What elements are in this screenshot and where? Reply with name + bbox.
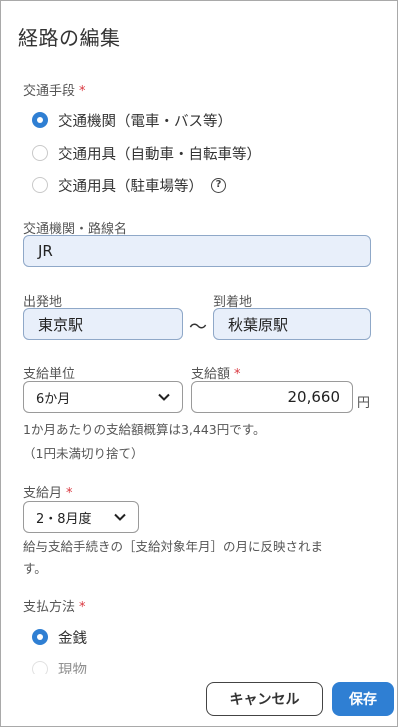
help-icon[interactable]: ? bbox=[211, 177, 226, 193]
amount-input[interactable]: 20,660 bbox=[191, 381, 353, 413]
unit-label: 支給単位 bbox=[23, 367, 76, 382]
radio-in-kind[interactable]: 現物 bbox=[32, 659, 87, 674]
dialog-body[interactable]: 経路の編集 交通手段 * 交通機関（電車・バス等） 交通用具（自動車・自転車等） … bbox=[2, 2, 396, 674]
radio-public-transport[interactable]: 交通機関（電車・バス等） bbox=[32, 110, 232, 130]
radio-unchecked-icon[interactable] bbox=[32, 177, 48, 193]
unit-select-value: 6か月 bbox=[36, 391, 71, 407]
radio-parking-label: 交通用具（駐車場等） bbox=[58, 178, 203, 195]
arrival-input[interactable]: 秋葉原駅 bbox=[213, 308, 371, 340]
month-select[interactable]: 2・8月度 bbox=[23, 501, 139, 533]
chevron-down-icon bbox=[158, 393, 170, 401]
month-note-line1: 給与支給手続きの［支給対象年月］の月に反映されま bbox=[23, 539, 324, 554]
radio-checked-icon[interactable] bbox=[32, 112, 48, 128]
radio-unchecked-icon[interactable] bbox=[32, 661, 48, 674]
month-label-text: 支給月 bbox=[23, 486, 63, 501]
radio-in-kind-label: 現物 bbox=[58, 662, 87, 675]
required-mark: * bbox=[234, 367, 241, 382]
method-label: 支払方法 * bbox=[23, 596, 86, 615]
month-note-line2: す。 bbox=[23, 561, 47, 576]
transport-label-text: 交通手段 bbox=[23, 84, 76, 99]
radio-parking[interactable]: 交通用具（駐車場等） ? bbox=[32, 175, 226, 195]
route-input[interactable]: JR bbox=[23, 235, 371, 267]
dialog-title: 経路の編集 bbox=[18, 26, 121, 50]
departure-input[interactable]: 東京駅 bbox=[23, 308, 183, 340]
radio-cash[interactable]: 金銭 bbox=[32, 627, 87, 647]
radio-unchecked-icon[interactable] bbox=[32, 145, 48, 161]
amount-label-text: 支給額 bbox=[191, 367, 231, 382]
range-separator: 〜 bbox=[189, 317, 207, 338]
amount-label: 支給額 * bbox=[191, 363, 241, 382]
monthly-estimate-note: 1か月あたりの支給額概算は3,443円です。 bbox=[23, 422, 266, 437]
radio-vehicle-label: 交通用具（自動車・自転車等） bbox=[58, 146, 261, 163]
currency-unit: 円 bbox=[357, 396, 371, 411]
required-mark: * bbox=[79, 84, 86, 99]
transport-label: 交通手段 * bbox=[23, 80, 86, 99]
month-label: 支給月 * bbox=[23, 482, 73, 501]
unit-select[interactable]: 6か月 bbox=[23, 381, 183, 413]
cancel-button[interactable]: キャンセル bbox=[206, 682, 323, 716]
month-select-value: 2・8月度 bbox=[36, 511, 92, 527]
method-label-text: 支払方法 bbox=[23, 600, 76, 615]
radio-cash-label: 金銭 bbox=[58, 630, 87, 647]
chevron-down-icon bbox=[114, 513, 126, 521]
radio-public-transport-label: 交通機関（電車・バス等） bbox=[58, 113, 232, 130]
rounding-note: （1円未満切り捨て） bbox=[23, 446, 144, 461]
required-mark: * bbox=[79, 600, 86, 615]
required-mark: * bbox=[66, 486, 73, 501]
radio-checked-icon[interactable] bbox=[32, 629, 48, 645]
edit-route-dialog: 経路の編集 交通手段 * 交通機関（電車・バス等） 交通用具（自動車・自転車等） … bbox=[0, 0, 398, 727]
radio-vehicle[interactable]: 交通用具（自動車・自転車等） bbox=[32, 143, 261, 163]
dialog-footer: キャンセル 保存 bbox=[2, 674, 396, 725]
save-button[interactable]: 保存 bbox=[332, 682, 394, 716]
